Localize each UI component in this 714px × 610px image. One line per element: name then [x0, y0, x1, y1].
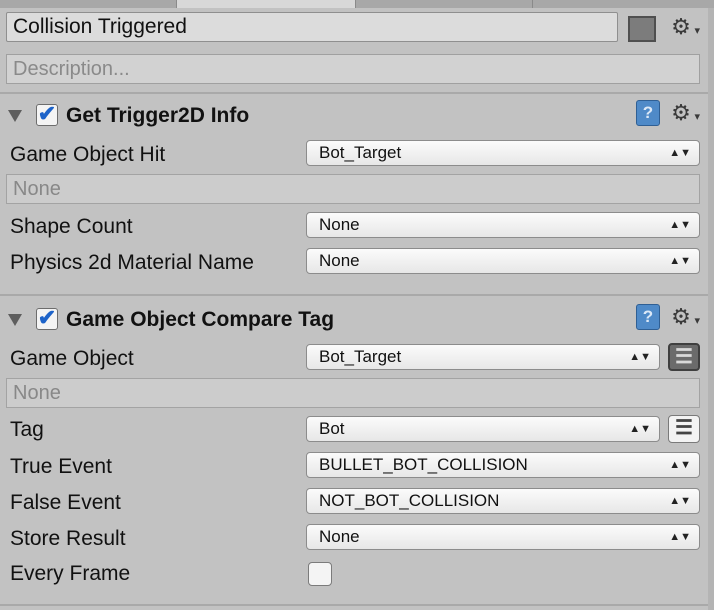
dropdown-value: Bot_Target [319, 143, 402, 162]
action-enable-checkbox[interactable]: ✔ [36, 307, 58, 330]
divider [0, 294, 714, 296]
dropdown-arrows-icon: ▲▼ [669, 147, 691, 159]
label-false-event: False Event [10, 491, 121, 514]
label-true-event: True Event [10, 455, 112, 478]
dropdown-arrows-icon: ▲▼ [669, 459, 691, 471]
dropdown-value: Bot_Target [319, 347, 402, 366]
dropdown-value: None [319, 527, 360, 546]
label-physics-material: Physics 2d Material Name [10, 251, 254, 274]
collapse-arrow-icon[interactable] [8, 110, 22, 122]
true-event-dropdown[interactable]: BULLET_BOT_COLLISION ▲▼ [306, 452, 700, 478]
divider [0, 92, 714, 94]
false-event-dropdown[interactable]: NOT_BOT_COLLISION ▲▼ [306, 488, 700, 514]
dropdown-arrows-icon: ▲▼ [669, 219, 691, 231]
dropdown-value: None [319, 215, 360, 234]
action-settings-gear-icon[interactable]: ⚙ [668, 100, 700, 130]
game-object-hit-dropdown[interactable]: Bot_Target ▲▼ [306, 140, 700, 166]
dropdown-value: Bot [319, 419, 345, 438]
scrollbar-track[interactable] [708, 8, 714, 610]
label-game-object-hit: Game Object Hit [10, 143, 166, 166]
dropdown-value: BULLET_BOT_COLLISION [319, 455, 528, 474]
dropdown-arrows-icon: ▲▼ [629, 423, 651, 435]
state-settings-gear-icon[interactable]: ⚙ [668, 14, 700, 44]
store-result-dropdown[interactable]: None ▲▼ [306, 524, 700, 550]
game-object-dropdown[interactable]: Bot_Target ▲▼ [306, 344, 660, 370]
use-variable-toggle-active-icon[interactable]: ☰ [668, 343, 700, 371]
action-title: Game Object Compare Tag [66, 308, 335, 331]
dropdown-arrows-icon: ▲▼ [669, 495, 691, 507]
tab-bar [0, 0, 714, 8]
action-header-get-trigger2d-info[interactable]: ✔ Get Trigger2D Info ? ⚙ [0, 100, 714, 134]
label-game-object: Game Object [10, 347, 134, 370]
dropdown-value: NOT_BOT_COLLISION [319, 491, 500, 510]
help-book-icon[interactable]: ? [636, 100, 660, 126]
action-settings-gear-icon[interactable]: ⚙ [668, 304, 700, 334]
label-every-frame: Every Frame [10, 562, 131, 585]
tab-divider [532, 0, 533, 8]
label-store-result: Store Result [10, 527, 126, 550]
state-name-field[interactable]: Collision Triggered [6, 12, 618, 42]
use-variable-toggle-icon[interactable]: ☰ [668, 415, 700, 443]
dropdown-arrows-icon: ▲▼ [669, 255, 691, 267]
dropdown-value: None [319, 251, 360, 270]
dropdown-arrows-icon: ▲▼ [669, 531, 691, 543]
state-color-swatch[interactable] [628, 16, 656, 42]
tag-dropdown[interactable]: Bot ▲▼ [306, 416, 660, 442]
action-header-game-object-compare-tag[interactable]: ✔ Game Object Compare Tag ? ⚙ [0, 304, 714, 338]
help-book-icon[interactable]: ? [636, 304, 660, 330]
label-tag: Tag [10, 418, 44, 441]
game-object-hit-target-field: None [6, 174, 700, 204]
state-description-field[interactable]: Description... [6, 54, 700, 84]
action-title: Get Trigger2D Info [66, 104, 250, 127]
physics-material-dropdown[interactable]: None ▲▼ [306, 248, 700, 274]
collapse-arrow-icon[interactable] [8, 314, 22, 326]
divider [0, 604, 714, 606]
game-object-target-field: None [6, 378, 700, 408]
every-frame-checkbox[interactable] [308, 562, 332, 586]
tab-active[interactable] [176, 0, 356, 8]
dropdown-arrows-icon: ▲▼ [629, 351, 651, 363]
action-enable-checkbox[interactable]: ✔ [36, 103, 58, 126]
shape-count-dropdown[interactable]: None ▲▼ [306, 212, 700, 238]
label-shape-count: Shape Count [10, 215, 133, 238]
